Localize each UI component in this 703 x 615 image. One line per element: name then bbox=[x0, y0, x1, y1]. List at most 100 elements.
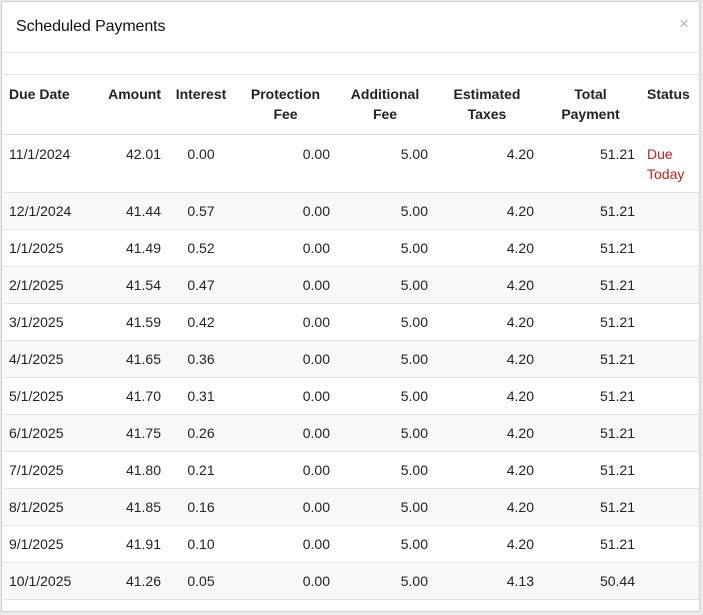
table-row: 2/1/2025 41.54 0.47 0.00 5.00 4.20 51.21 bbox=[3, 266, 699, 304]
cell-amount: 41.70 bbox=[95, 377, 167, 415]
cell-estimated-taxes: 4.20 bbox=[434, 488, 540, 526]
table-row: 9/1/2025 41.91 0.10 0.00 5.00 4.20 51.21 bbox=[3, 525, 699, 563]
cell-estimated-taxes: 4.20 bbox=[434, 525, 540, 563]
cell-due-date: 9/1/2025 bbox=[3, 525, 95, 563]
payments-table-container: Due Date Amount Interest Protection Fee Addit… bbox=[3, 74, 699, 600]
column-header-amount: Amount bbox=[95, 74, 167, 135]
cell-estimated-taxes: 4.20 bbox=[434, 229, 540, 267]
cell-interest: 0.57 bbox=[167, 192, 235, 230]
payments-table: Due Date Amount Interest Protection Fee Addit… bbox=[3, 74, 699, 600]
cell-additional-fee: 5.00 bbox=[336, 340, 434, 378]
cell-total-payment: 51.21 bbox=[540, 340, 641, 378]
cell-due-date: 2/1/2025 bbox=[3, 266, 95, 304]
cell-due-date: 5/1/2025 bbox=[3, 377, 95, 415]
table-row: 11/1/2024 42.01 0.00 0.00 5.00 4.20 51.21 Due To… bbox=[3, 134, 699, 193]
cell-amount: 41.80 bbox=[95, 451, 167, 489]
cell-interest: 0.31 bbox=[167, 377, 235, 415]
cell-due-date: 8/1/2025 bbox=[3, 488, 95, 526]
status-cell bbox=[641, 525, 699, 563]
cell-amount: 41.75 bbox=[95, 414, 167, 452]
cell-additional-fee: 5.00 bbox=[336, 229, 434, 267]
cell-protection-fee: 0.00 bbox=[235, 451, 336, 489]
cell-additional-fee: 5.00 bbox=[336, 192, 434, 230]
cell-amount: 41.49 bbox=[95, 229, 167, 267]
status-cell bbox=[641, 340, 699, 378]
status-cell bbox=[641, 414, 699, 452]
cell-amount: 41.65 bbox=[95, 340, 167, 378]
cell-protection-fee: 0.00 bbox=[235, 525, 336, 563]
cell-total-payment: 51.21 bbox=[540, 451, 641, 489]
cell-estimated-taxes: 4.20 bbox=[434, 340, 540, 378]
cell-amount: 41.44 bbox=[95, 192, 167, 230]
cell-protection-fee: 0.00 bbox=[235, 414, 336, 452]
status-cell bbox=[641, 451, 699, 489]
cell-interest: 0.36 bbox=[167, 340, 235, 378]
cell-due-date: 7/1/2025 bbox=[3, 451, 95, 489]
status-cell bbox=[641, 377, 699, 415]
table-row: 1/1/2025 41.49 0.52 0.00 5.00 4.20 51.21 bbox=[3, 229, 699, 267]
close-icon[interactable]: × bbox=[679, 15, 689, 32]
cell-total-payment: 51.21 bbox=[540, 266, 641, 304]
cell-estimated-taxes: 4.20 bbox=[434, 414, 540, 452]
cell-estimated-taxes: 4.20 bbox=[434, 134, 540, 193]
dialog-title: Scheduled Payments bbox=[16, 18, 166, 35]
cell-additional-fee: 5.00 bbox=[336, 562, 434, 600]
cell-total-payment: 51.21 bbox=[540, 303, 641, 341]
cell-protection-fee: 0.00 bbox=[235, 192, 336, 230]
cell-estimated-taxes: 4.20 bbox=[434, 266, 540, 304]
cell-protection-fee: 0.00 bbox=[235, 134, 336, 193]
cell-estimated-taxes: 4.20 bbox=[434, 303, 540, 341]
cell-additional-fee: 5.00 bbox=[336, 414, 434, 452]
cell-additional-fee: 5.00 bbox=[336, 303, 434, 341]
table-row: 4/1/2025 41.65 0.36 0.00 5.00 4.20 51.21 bbox=[3, 340, 699, 378]
status-cell bbox=[641, 562, 699, 600]
cell-protection-fee: 0.00 bbox=[235, 229, 336, 267]
status-cell bbox=[641, 266, 699, 304]
cell-interest: 0.47 bbox=[167, 266, 235, 304]
table-header-row: Due Date Amount Interest Protection Fee Addit… bbox=[3, 74, 699, 135]
status-cell bbox=[641, 488, 699, 526]
cell-due-date: 3/1/2025 bbox=[3, 303, 95, 341]
cell-additional-fee: 5.00 bbox=[336, 134, 434, 193]
cell-due-date: 12/1/2024 bbox=[3, 192, 95, 230]
column-header-interest: Interest bbox=[167, 74, 235, 135]
status-cell bbox=[641, 303, 699, 341]
cell-protection-fee: 0.00 bbox=[235, 488, 336, 526]
cell-total-payment: 51.21 bbox=[540, 525, 641, 563]
cell-amount: 41.85 bbox=[95, 488, 167, 526]
cell-due-date: 1/1/2025 bbox=[3, 229, 95, 267]
column-header-status: Status bbox=[641, 74, 699, 135]
table-row: 8/1/2025 41.85 0.16 0.00 5.00 4.20 51.21 bbox=[3, 488, 699, 526]
cell-estimated-taxes: 4.20 bbox=[434, 451, 540, 489]
cell-interest: 0.10 bbox=[167, 525, 235, 563]
cell-due-date: 11/1/2024 bbox=[3, 134, 95, 193]
cell-due-date: 4/1/2025 bbox=[3, 340, 95, 378]
cell-interest: 0.42 bbox=[167, 303, 235, 341]
column-header-due-date: Due Date bbox=[3, 74, 95, 135]
status-cell bbox=[641, 229, 699, 267]
cell-additional-fee: 5.00 bbox=[336, 451, 434, 489]
column-header-estimated-taxes: Estimated Taxes bbox=[434, 74, 540, 135]
status-due-label: Due Today bbox=[647, 146, 685, 182]
scheduled-payments-dialog: Scheduled Payments × Due Date Amount Inter… bbox=[1, 1, 700, 612]
table-row: 12/1/2024 41.44 0.57 0.00 5.00 4.20 51.21 bbox=[3, 192, 699, 230]
cell-due-date: 10/1/2025 bbox=[3, 562, 95, 600]
cell-total-payment: 51.21 bbox=[540, 488, 641, 526]
table-row: 10/1/2025 41.26 0.05 0.00 5.00 4.13 50.44 bbox=[3, 562, 699, 600]
cell-total-payment: 51.21 bbox=[540, 229, 641, 267]
table-row: 3/1/2025 41.59 0.42 0.00 5.00 4.20 51.21 bbox=[3, 303, 699, 341]
cell-interest: 0.05 bbox=[167, 562, 235, 600]
cell-interest: 0.00 bbox=[167, 134, 235, 193]
cell-total-payment: 51.21 bbox=[540, 377, 641, 415]
cell-protection-fee: 0.00 bbox=[235, 377, 336, 415]
cell-amount: 41.59 bbox=[95, 303, 167, 341]
cell-total-payment: 51.21 bbox=[540, 134, 641, 193]
cell-protection-fee: 0.00 bbox=[235, 266, 336, 304]
cell-protection-fee: 0.00 bbox=[235, 303, 336, 341]
cell-estimated-taxes: 4.20 bbox=[434, 377, 540, 415]
cell-amount: 41.91 bbox=[95, 525, 167, 563]
cell-protection-fee: 0.00 bbox=[235, 340, 336, 378]
cell-estimated-taxes: 4.13 bbox=[434, 562, 540, 600]
column-header-additional-fee: Additional Fee bbox=[336, 74, 434, 135]
cell-amount: 42.01 bbox=[95, 134, 167, 193]
